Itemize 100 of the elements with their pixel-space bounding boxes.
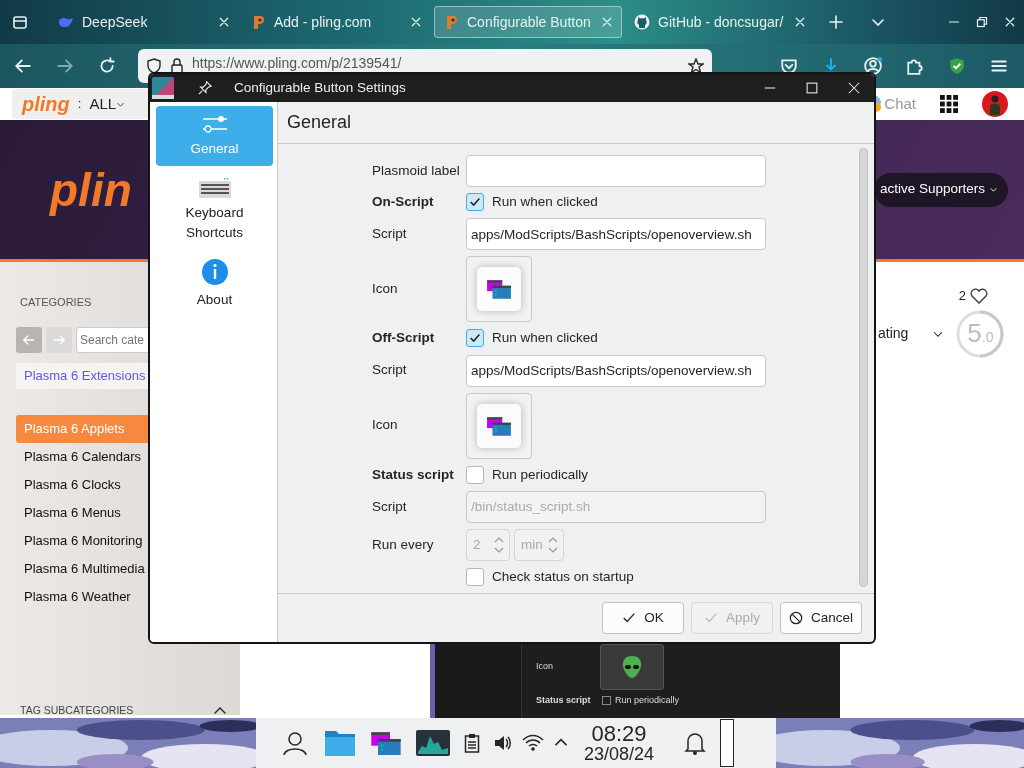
alien-icon bbox=[621, 655, 643, 679]
close-icon bbox=[1004, 16, 1016, 28]
checkbox-label: Run when clicked bbox=[492, 193, 598, 211]
file-manager-button[interactable] bbox=[324, 728, 356, 758]
wifi-icon bbox=[522, 734, 544, 752]
section-dropdown[interactable]: ALL bbox=[89, 92, 126, 116]
clock[interactable]: 08:29 23/08/24 bbox=[584, 723, 655, 763]
text-field[interactable] bbox=[466, 155, 766, 187]
task-button[interactable] bbox=[370, 729, 402, 757]
puzzle-icon bbox=[906, 57, 924, 75]
shield-icon bbox=[146, 58, 162, 74]
confirm-button[interactable]: OK bbox=[602, 602, 684, 634]
extensions-button[interactable] bbox=[906, 57, 924, 75]
pin-icon bbox=[198, 81, 212, 95]
notifications-button[interactable] bbox=[684, 731, 707, 755]
chevron-down-icon bbox=[989, 185, 998, 194]
sidebar-item[interactable]: Keyboard Shortcuts bbox=[156, 170, 273, 250]
cancel-button[interactable]: Cancel bbox=[780, 602, 862, 634]
field-label: Status script bbox=[372, 465, 454, 484]
field-label: Icon bbox=[372, 416, 398, 435]
reload-button[interactable] bbox=[98, 57, 116, 75]
back-arrow-icon bbox=[14, 57, 32, 75]
plus-icon bbox=[828, 14, 844, 30]
forward-arrow-icon bbox=[52, 332, 66, 347]
checkbox[interactable] bbox=[466, 193, 484, 212]
checkbox[interactable] bbox=[602, 696, 611, 706]
apps-menu-button[interactable] bbox=[940, 95, 958, 113]
field-label: On-Script bbox=[372, 193, 434, 211]
field-label: Script bbox=[372, 225, 407, 244]
user-button[interactable] bbox=[282, 730, 308, 756]
close-tab-button[interactable] bbox=[218, 16, 230, 28]
windows-icon bbox=[370, 729, 402, 757]
maximize-button[interactable] bbox=[806, 82, 818, 94]
avatar-icon bbox=[982, 91, 1008, 117]
checkbox-label: Run when clicked bbox=[492, 329, 598, 348]
github-icon bbox=[634, 14, 650, 30]
field-label: Status script bbox=[536, 694, 592, 707]
windows-icon bbox=[486, 414, 512, 437]
checkbox[interactable] bbox=[466, 329, 484, 348]
checkbox-label: Check status on startup bbox=[492, 567, 634, 586]
maximize-icon bbox=[806, 82, 818, 94]
close-tab-button[interactable] bbox=[794, 16, 806, 28]
field-label: Icon bbox=[372, 280, 398, 299]
system-monitor-button[interactable] bbox=[416, 730, 450, 756]
shield-check-icon bbox=[948, 57, 966, 75]
close-button[interactable] bbox=[1004, 16, 1016, 28]
text-field[interactable]: apps/ModScripts/BashScripts/openoverview.sh bbox=[466, 354, 766, 387]
checkbox-label: Run periodically bbox=[492, 465, 589, 484]
close-button[interactable] bbox=[848, 82, 860, 94]
tab-list-button[interactable] bbox=[12, 14, 28, 30]
pin-button[interactable] bbox=[198, 81, 212, 95]
bookmark-button[interactable] bbox=[688, 58, 704, 74]
close-tab-button[interactable] bbox=[410, 16, 422, 28]
checkbox[interactable] bbox=[466, 465, 484, 484]
browser-tab[interactable]: GitHub - doncsugar/ bbox=[626, 6, 814, 38]
rating-score: 5.0 bbox=[967, 317, 994, 350]
checkbox-label: Run periodically bbox=[615, 694, 680, 707]
close-icon bbox=[848, 82, 860, 94]
separator: : bbox=[77, 95, 82, 114]
sidebar-item[interactable]: About bbox=[156, 254, 273, 314]
reload-icon bbox=[98, 57, 116, 75]
keyboard-icon bbox=[197, 176, 232, 199]
back-button[interactable] bbox=[14, 57, 32, 75]
heart-icon[interactable] bbox=[970, 287, 988, 304]
browser-tab[interactable]: DeepSeek bbox=[50, 6, 238, 38]
restore-icon bbox=[976, 16, 988, 28]
forward-button[interactable] bbox=[56, 57, 74, 75]
scrollbar[interactable] bbox=[858, 148, 868, 587]
forward-arrow-icon bbox=[56, 57, 74, 75]
section-heading: CATEGORIES bbox=[20, 295, 92, 310]
rating-ring bbox=[956, 309, 1005, 358]
icon-picker-button[interactable] bbox=[600, 644, 664, 690]
star-icon bbox=[688, 58, 704, 74]
field-label: Script bbox=[372, 497, 407, 516]
volume-button[interactable] bbox=[494, 734, 512, 752]
field-label: Run every bbox=[372, 535, 434, 554]
clipboard-button[interactable] bbox=[464, 733, 480, 753]
app-icon bbox=[152, 77, 174, 99]
cancel-icon bbox=[789, 611, 803, 625]
checkbox[interactable] bbox=[466, 567, 484, 586]
field-label: Script bbox=[372, 361, 407, 380]
section-heading: TAG SUBCATEGORIES bbox=[20, 703, 134, 719]
show-desktop-button[interactable] bbox=[720, 719, 735, 767]
bell-icon bbox=[684, 731, 707, 755]
restore-button[interactable] bbox=[976, 16, 988, 28]
new-tab-button[interactable] bbox=[828, 14, 844, 30]
user-avatar[interactable] bbox=[982, 91, 1008, 117]
shield-extension-button[interactable] bbox=[948, 57, 966, 75]
account-button[interactable] bbox=[864, 57, 882, 75]
windows-icon bbox=[486, 278, 512, 301]
browser-tab[interactable]: Add - pling.com bbox=[242, 6, 430, 38]
text-field[interactable]: apps/ModScripts/BashScripts/openoverview.sh bbox=[466, 218, 766, 251]
supporters-button[interactable]: active Supporters bbox=[873, 172, 1008, 207]
page-heading: General bbox=[287, 111, 352, 134]
speaker-icon bbox=[494, 734, 512, 752]
sort-label[interactable]: ating bbox=[878, 323, 909, 344]
pocket-button[interactable] bbox=[780, 57, 798, 75]
field-label: Plasmoid label bbox=[372, 161, 460, 180]
tabs-icon bbox=[12, 14, 28, 30]
network-button[interactable] bbox=[522, 734, 544, 752]
